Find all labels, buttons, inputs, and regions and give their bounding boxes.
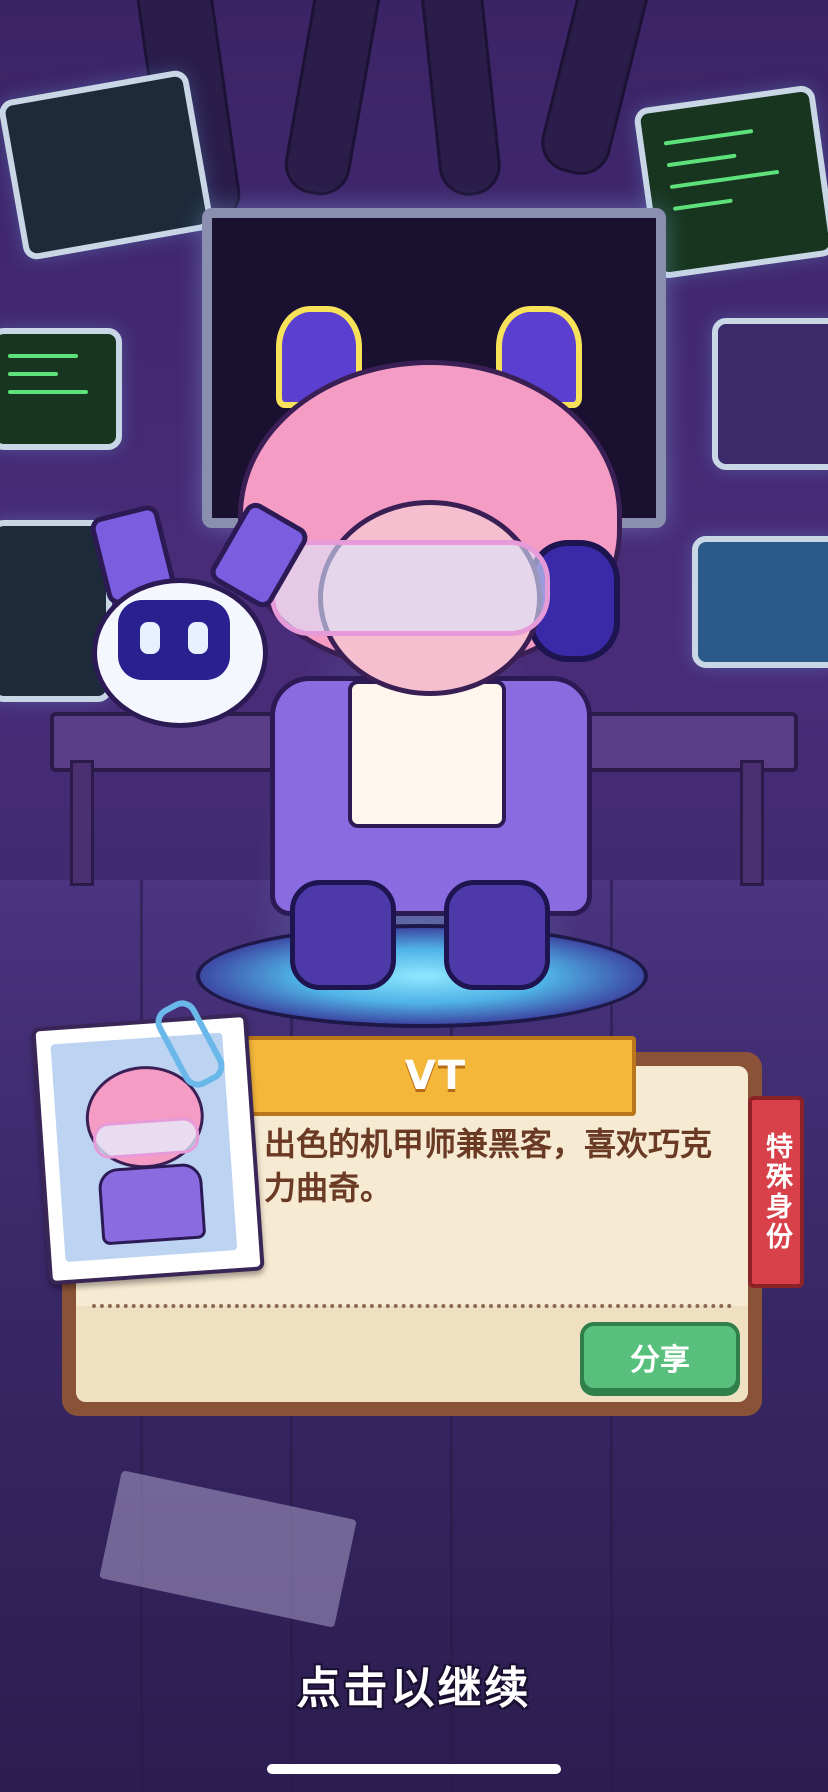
share-button-label: 分享 <box>630 1343 690 1378</box>
character-description: 出色的机甲师兼黑客，喜欢巧克力曲奇。 <box>264 1125 713 1207</box>
cable <box>418 0 504 199</box>
boot-left <box>290 880 396 990</box>
boot-right <box>444 880 550 990</box>
monitor <box>692 536 828 668</box>
monitor <box>0 328 122 450</box>
cable <box>534 0 656 182</box>
character-goggles <box>270 540 550 636</box>
robot-face-screen <box>118 600 230 680</box>
tag-label: 特殊身份 <box>761 1132 792 1252</box>
character-shirt <box>348 680 506 828</box>
character-name: VT <box>404 1053 468 1099</box>
tap-to-continue[interactable]: 点击以继续 <box>0 1652 828 1716</box>
card-divider <box>92 1304 732 1308</box>
robot-eye-left <box>140 622 160 654</box>
character-portrait <box>31 1012 265 1286</box>
home-indicator[interactable] <box>267 1764 561 1774</box>
monitor <box>712 318 828 470</box>
name-ribbon: VT <box>236 1036 636 1116</box>
monitor <box>0 68 215 262</box>
cable <box>280 0 386 200</box>
share-button[interactable]: 分享 <box>580 1322 740 1392</box>
robot-eye-right <box>188 622 208 654</box>
special-identity-tag: 特殊身份 <box>748 1096 804 1288</box>
display-platform <box>196 924 648 1028</box>
